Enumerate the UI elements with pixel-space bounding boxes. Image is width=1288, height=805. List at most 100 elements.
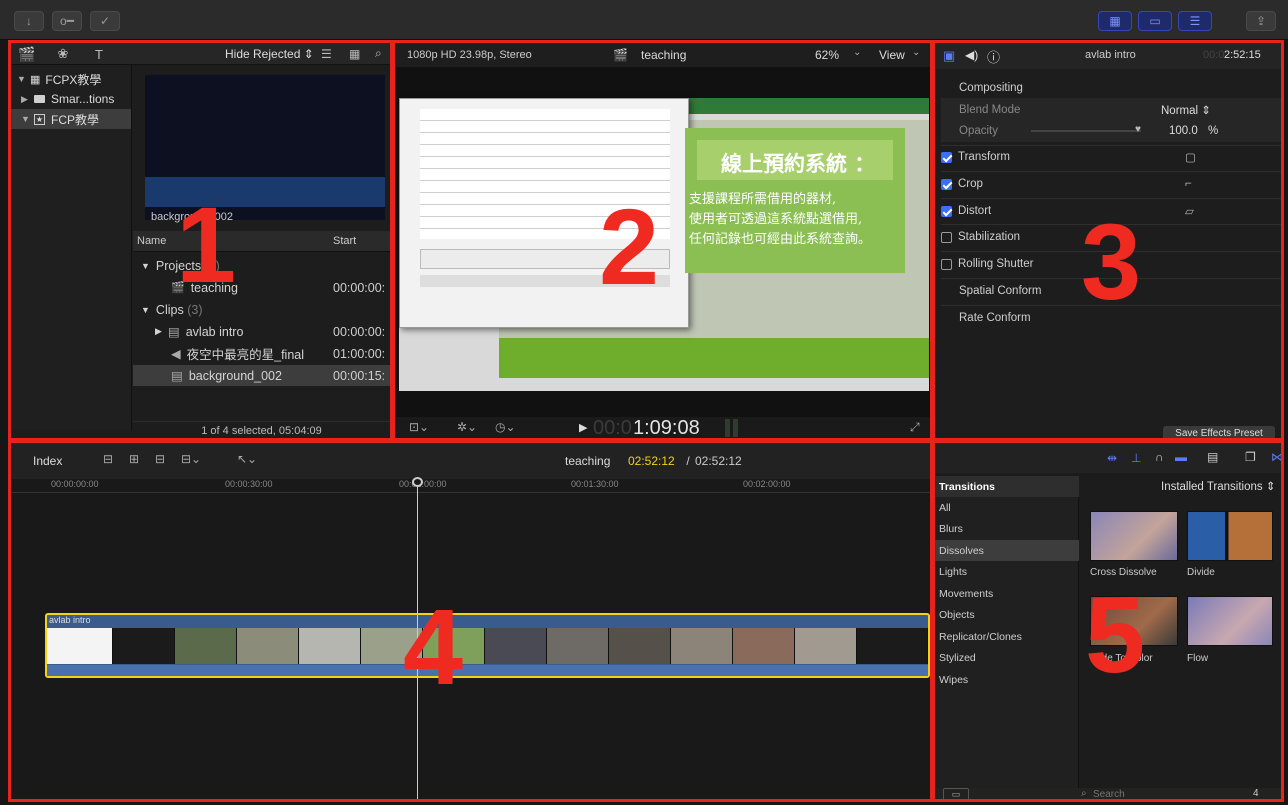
blend-mode-popup[interactable]: Normal ⇕ [1161,103,1211,117]
category-item[interactable]: Replicator/Clones [935,626,1079,647]
panel-number: 1 [176,184,237,305]
share-icon[interactable]: ⇪ [1246,11,1276,31]
column-name[interactable]: Name [137,235,166,247]
category-item[interactable]: Wipes [935,669,1079,690]
video-frame: 線上預約系統 ： 支援課程所需借用的器材, 使用者可透過這系統點選借用, 任何記… [399,98,929,391]
crop-checkbox[interactable] [941,178,952,190]
list-item[interactable]: ▤ background_002 00:00:15: [133,365,390,386]
ruler-tick: 00:00:00:00 [51,479,99,489]
retime-icon[interactable]: ◷⌄ [495,420,516,434]
installed-transitions-popup[interactable]: Installed Transitions ⇕ [1161,479,1275,493]
filmstrip-icon[interactable]: ▦ [349,47,360,61]
category-item[interactable]: Blurs [935,519,1079,540]
transition-thumb-divide[interactable] [1187,511,1273,561]
solo-icon[interactable]: ▬ [1175,450,1187,464]
timeline-current-tc: 02:52:12 [628,454,675,468]
connect-icon[interactable]: ⊟ [103,452,113,466]
list-item[interactable]: ◀ 夜空中最亮的星_final 01:00:00: [133,343,390,364]
category-item[interactable]: Lights [935,562,1079,583]
select-tool-icon[interactable]: ↖⌄ [237,452,257,466]
filmstrip-icon[interactable]: ▤ [1207,450,1218,464]
index-button[interactable]: Index [33,454,62,468]
audio-inspector-icon[interactable]: ◀) [965,48,978,62]
timecode-display[interactable]: 1:09:08 [633,417,700,438]
opacity-row: Opacity ♥ 100.0 % [959,124,1219,137]
crop-section[interactable]: Crop ⌐ [941,171,1281,197]
library-item[interactable]: ▼ ★ FCP教學 [11,109,131,129]
transitions-footer: ▭ ⌕ 4 items [935,788,1281,799]
category-item[interactable]: Movements [935,583,1079,604]
crop-icon[interactable]: ⌐ [1185,178,1192,190]
viewer-panel: 1080p HD 23.98p, Stereo 🎬 teaching 62% ⌄… [392,40,933,441]
enhance-icon[interactable]: ✲⌄ [457,420,477,434]
ruler-tick: 00:02:00:00 [743,479,791,489]
overwrite-icon[interactable]: ⊟⌄ [181,452,201,466]
search-icon: ⌕ [1081,788,1087,799]
list-item[interactable]: 🎬 teaching 00:00:00: [133,277,390,298]
opacity-slider[interactable] [1031,130,1141,132]
list-header: Name Start [133,231,390,252]
distort-checkbox[interactable] [941,205,952,217]
view-popup[interactable]: View [879,48,905,62]
category-item[interactable]: All [935,497,1079,518]
timeline-toggle-icon[interactable]: ▭ [1138,11,1172,31]
transitions-browser-icon[interactable]: ⋈ [1271,450,1281,464]
skimming-icon[interactable]: ⇹ [1107,451,1117,465]
inspector-toggle-icon[interactable]: ☰ [1178,11,1212,31]
category-item[interactable]: Objects [935,605,1079,626]
list-item[interactable]: ▼ Clips (3) [133,299,390,320]
transition-thumb-flow[interactable] [1187,596,1273,646]
filter-popup[interactable]: Hide Rejected ⇕ [225,47,314,61]
distort-icon[interactable]: ▱ [1185,204,1194,218]
column-start[interactable]: Start [333,235,356,247]
categories-header: Transitions [935,476,1079,497]
category-item[interactable]: Dissolves [935,540,1079,561]
transitions-toolbar: ⇹ ⊥ ∩ ▬ ▤ ❐ ⋈ [935,443,1281,473]
search-input[interactable] [1093,788,1223,799]
list-item[interactable]: ▶ ▤ avlab intro 00:00:00: [133,321,390,342]
photos-icon[interactable]: ❀ [55,46,71,62]
append-icon[interactable]: ⊟ [155,452,165,466]
timeline-clip[interactable]: avlab intro [45,613,930,678]
check-icon[interactable]: ✓ [90,11,120,31]
video-inspector-icon[interactable]: ▣ [943,48,955,64]
play-icon[interactable]: ▶ [579,421,587,434]
transitions-browser: ⇹ ⊥ ∩ ▬ ▤ ❐ ⋈ Transitions All Blurs Dissol… [932,440,1284,802]
slider-handle-icon[interactable]: ♥ [1135,124,1141,135]
keyword-icon[interactable]: o━ [52,11,82,31]
save-effects-preset-button[interactable]: Save Effects Preset [1163,426,1275,438]
snapping-icon[interactable]: ⊥ [1131,451,1141,465]
insert-icon[interactable]: ⊞ [129,452,139,466]
clip-icon: ▤ [171,369,183,383]
list-item[interactable]: ▼ Projects (1) [133,255,390,276]
opacity-value[interactable]: 100.0 [1169,125,1198,137]
fullscreen-icon[interactable]: ⤢ [910,420,920,435]
sidebar-toggle-icon[interactable]: ▭ [943,788,969,799]
info-icon[interactable]: ⓘ [987,47,1000,66]
headphones-icon[interactable]: ∩ [1155,450,1164,464]
library-item[interactable]: ▼ ▦ FCPX教學 [11,69,131,89]
effects-browser-icon[interactable]: ❐ [1245,450,1256,464]
libraries-icon[interactable]: 🎬 [18,46,35,62]
transform-icon[interactable]: ⊡⌄ [409,420,429,434]
inspector-header: ▣ ◀) ⓘ avlab intro 00:0 2:52:15 [935,43,1281,69]
ruler-tick: 00:01:30:00 [571,479,619,489]
category-item[interactable]: Stylized [935,648,1079,669]
stabilization-checkbox[interactable] [941,231,952,243]
chevron-down-icon: ⌄ [912,47,921,58]
library-item[interactable]: ▶ Smar...tions [11,89,131,109]
clip-appearance-icon[interactable]: ☰ [321,47,332,61]
transform-icon[interactable]: ▢ [1185,150,1196,164]
library-sidebar: ▼ ▦ FCPX教學 ▶ Smar...tions ▼ ★ FCP教學 [11,65,132,430]
transform-section[interactable]: Transform ▢ [941,144,1281,170]
zoom-popup[interactable]: 62% [815,48,839,62]
transform-checkbox[interactable] [941,151,952,163]
transition-thumb-cross-dissolve[interactable] [1090,511,1178,561]
search-icon[interactable]: ⌕ [375,46,382,61]
import-icon[interactable]: ↓ [14,11,44,31]
timeline-ruler[interactable]: 00:00:00:00 00:00:30:00 00:01:00:00 00:0… [11,479,930,493]
rolling-shutter-checkbox[interactable] [941,258,952,270]
browser-panel: 🎬 ❀ T Hide Rejected ⇕ ☰ ▦ ⌕ ▼ ▦ FCPX教學 ▶ Sm… [8,40,393,441]
titles-icon[interactable]: T [91,46,107,62]
library-toggle-icon[interactable]: ▦ [1098,11,1132,31]
